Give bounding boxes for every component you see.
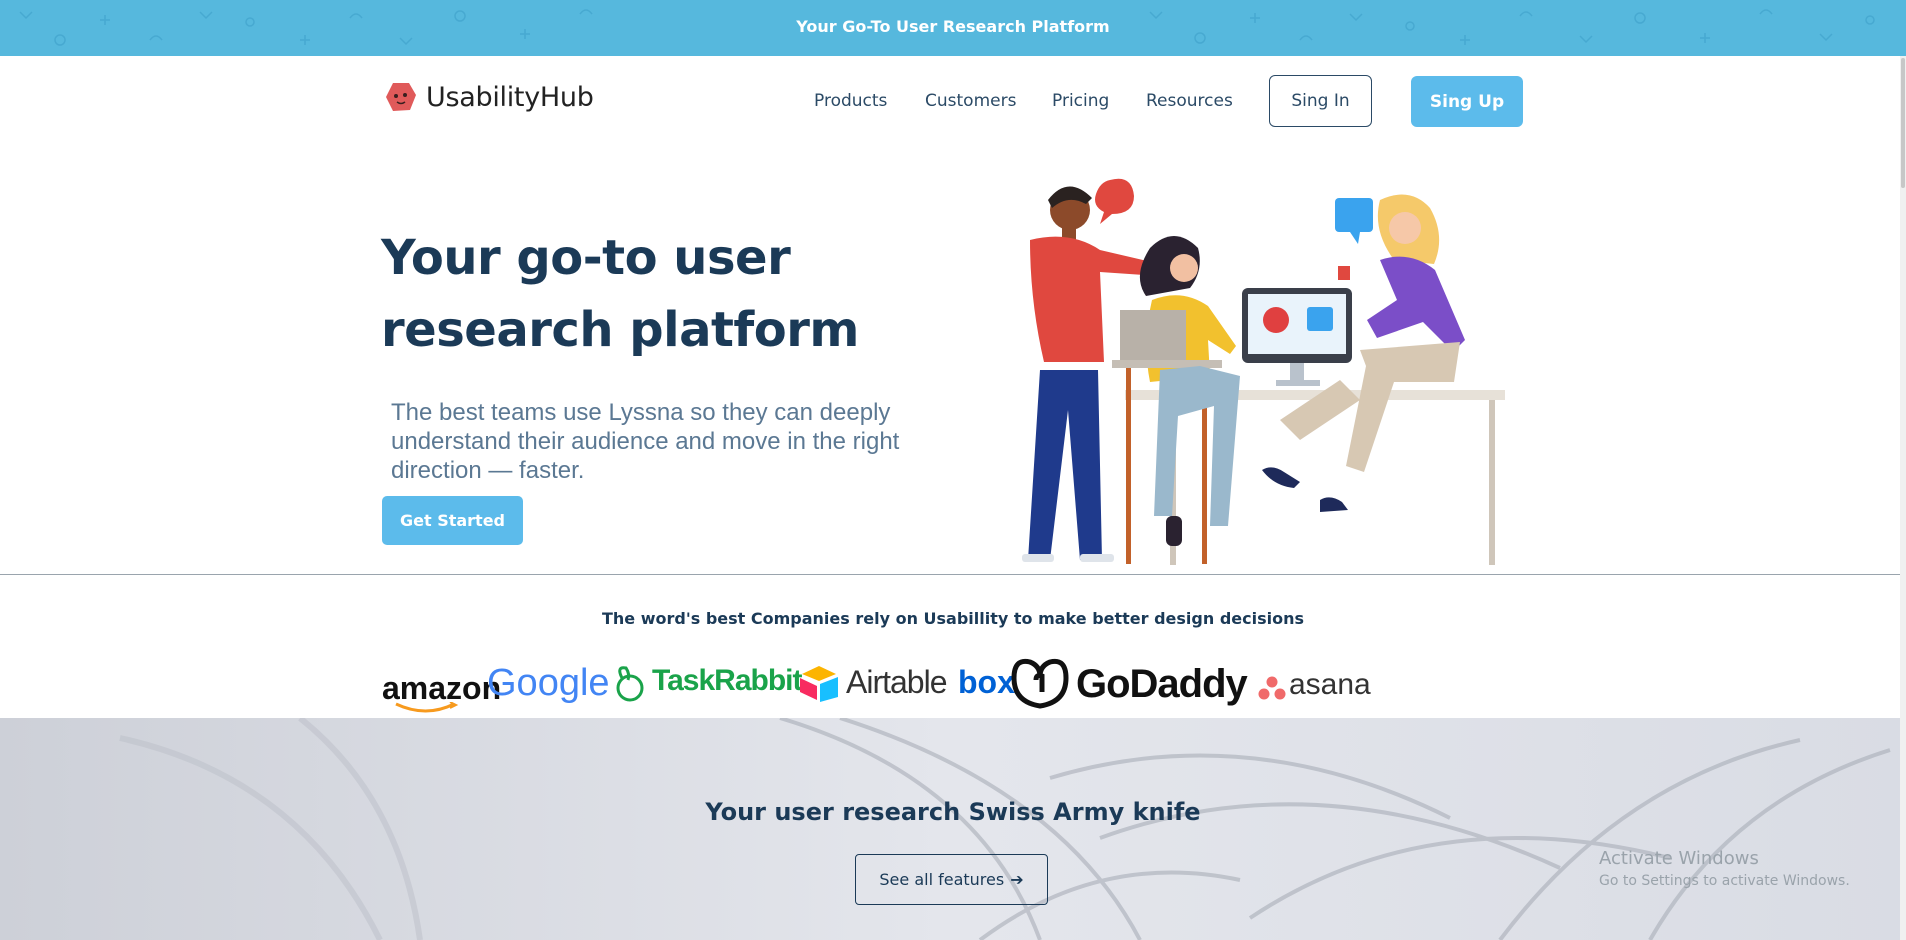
top-banner: Your Go-To User Research Platform	[0, 0, 1906, 56]
logo-asana: asana	[1289, 668, 1371, 701]
scrollbar[interactable]	[1900, 56, 1906, 940]
logo-airtable: Airtable	[846, 664, 947, 700]
arrow-right-icon: ➔	[1010, 870, 1024, 889]
hero-title-line2: research platform	[381, 302, 859, 358]
logo[interactable]: UsabilityHub	[384, 80, 594, 114]
hero-subtitle: The best teams use Lyssna so they can de…	[391, 399, 900, 484]
hero-title: Your go-to user research platform	[381, 222, 941, 366]
features-background	[0, 718, 1906, 940]
airtable-icon	[800, 666, 838, 702]
asana-icon	[1258, 676, 1286, 700]
sign-in-button[interactable]: Sing In	[1269, 75, 1372, 127]
taskrabbit-icon	[616, 666, 644, 702]
hero-illustration	[1022, 178, 1505, 565]
get-started-button[interactable]: Get Started	[382, 496, 523, 545]
amazon-smile-icon	[395, 702, 459, 713]
nav-customers[interactable]: Customers	[925, 91, 1016, 111]
logo-text: UsabilityHub	[426, 81, 594, 113]
see-all-features-button[interactable]: See all features ➔	[855, 854, 1048, 905]
godaddy-icon	[1011, 658, 1069, 709]
watermark-line1: Activate Windows	[1599, 848, 1759, 869]
section-divider	[0, 574, 1906, 575]
logo-taskrabbit: TaskRabbit	[652, 664, 802, 697]
logo-box: box	[958, 664, 1015, 700]
logo-face-icon	[386, 83, 416, 111]
banner-text: Your Go-To User Research Platform	[796, 17, 1110, 36]
nav-products[interactable]: Products	[814, 91, 887, 111]
features-section: Your user research Swiss Army knife See …	[0, 718, 1906, 940]
nav-resources[interactable]: Resources	[1146, 91, 1233, 111]
logo-google: Google	[487, 662, 610, 704]
logo-godaddy: GoDaddy	[1076, 662, 1248, 706]
see-all-features-label: See all features	[879, 870, 1005, 889]
hero-title-line1: Your go-to user	[381, 230, 791, 286]
features-title: Your user research Swiss Army knife	[705, 798, 1201, 826]
scrollbar-thumb[interactable]	[1901, 58, 1905, 188]
windows-activation-watermark: Activate Windows Go to Settings to activ…	[1599, 848, 1850, 889]
watermark-line2: Go to Settings to activate Windows.	[1599, 873, 1850, 889]
nav-pricing[interactable]: Pricing	[1052, 91, 1109, 111]
sign-up-button[interactable]: Sing Up	[1411, 76, 1523, 127]
companies-heading: The word's best Companies rely on Usabil…	[601, 609, 1305, 628]
